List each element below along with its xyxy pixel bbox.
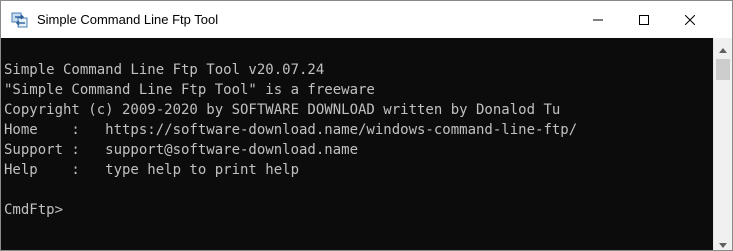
minimize-icon [593,10,603,29]
scrollbar-thumb[interactable] [716,59,730,80]
minimize-button[interactable] [575,1,621,38]
console-line-copyright: Copyright (c) 2009-2020 by SOFTWARE DOWN… [4,102,561,118]
console-line-version: Simple Command Line Ftp Tool v20.07.24 [4,62,325,78]
command-prompt[interactable]: CmdFtp> [4,200,63,220]
maximize-button[interactable] [621,1,667,38]
close-button[interactable] [667,1,713,38]
console-line-support: Support : support@software-download.name [4,142,359,158]
scroll-up-arrow-icon [719,38,727,57]
console-line-home: Home : https://software-download.name/wi… [4,122,578,138]
scroll-down-button[interactable] [714,233,732,251]
console-line-freeware: "Simple Command Line Ftp Tool" is a free… [4,82,375,98]
vertical-scrollbar[interactable] [713,38,732,251]
ftp-app-icon[interactable] [11,11,29,29]
window-title: Simple Command Line Ftp Tool [37,12,219,27]
console-window: Simple Command Line Ftp Tool Simple Comm… [0,0,733,251]
maximize-icon [639,10,649,29]
scroll-up-button[interactable] [714,38,732,56]
scroll-down-arrow-icon [719,233,727,251]
console-output-area[interactable]: Simple Command Line Ftp Tool v20.07.24 "… [1,38,713,250]
title-bar[interactable]: Simple Command Line Ftp Tool [1,1,732,38]
close-icon [684,10,696,29]
console-line-help: Help : type help to print help [4,162,300,178]
